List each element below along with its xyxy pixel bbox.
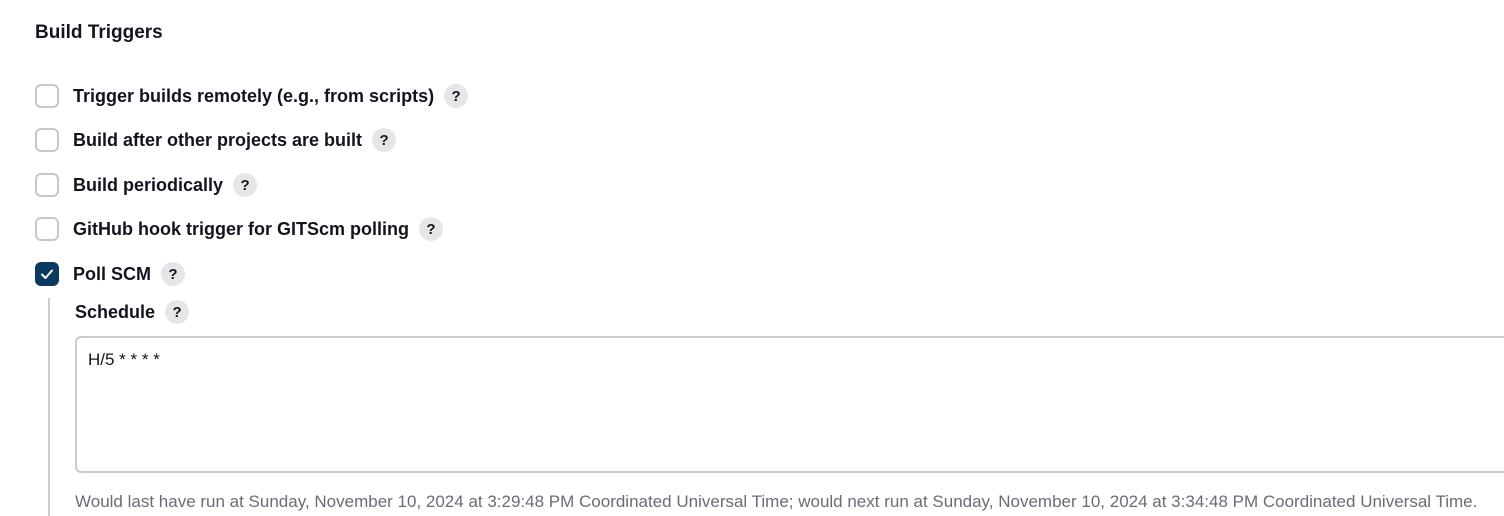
trigger-remote-checkbox[interactable] [35,84,59,108]
build-after-other-label[interactable]: Build after other projects are built [73,128,362,152]
build-periodically-label[interactable]: Build periodically [73,173,223,197]
help-icon[interactable]: ? [444,84,469,108]
trigger-remote-label[interactable]: Trigger builds remotely (e.g., from scri… [73,84,434,108]
poll-scm-checkbox[interactable] [35,262,59,286]
build-after-other-checkbox[interactable] [35,128,59,152]
help-icon[interactable]: ? [233,173,258,197]
schedule-label-row: Schedule ? [75,299,190,325]
help-icon[interactable]: ? [419,217,443,241]
section-title: Build Triggers [35,22,163,43]
build-periodically-checkbox[interactable] [35,173,59,197]
help-icon[interactable]: ? [165,300,190,324]
checkmark-icon [41,269,53,279]
build-after-other-row: Build after other projects are built ? [35,126,397,154]
schedule-label: Schedule [75,301,156,322]
poll-scm-row: Poll SCM ? [35,260,186,288]
help-icon[interactable]: ? [161,262,186,286]
help-icon[interactable]: ? [372,128,397,152]
poll-scm-label[interactable]: Poll SCM [73,262,151,286]
schedule-textarea[interactable]: H/5 * * * * [75,336,1504,473]
schedule-info-text: Would last have run at Sunday, November … [75,492,1478,511]
nested-section-divider [48,298,50,516]
github-hook-checkbox[interactable] [35,217,59,241]
github-hook-label[interactable]: GitHub hook trigger for GITScm polling [73,217,409,241]
build-periodically-row: Build periodically ? [35,171,258,199]
trigger-remote-row: Trigger builds remotely (e.g., from scri… [35,82,469,110]
github-hook-row: GitHub hook trigger for GITScm polling ? [35,215,443,243]
